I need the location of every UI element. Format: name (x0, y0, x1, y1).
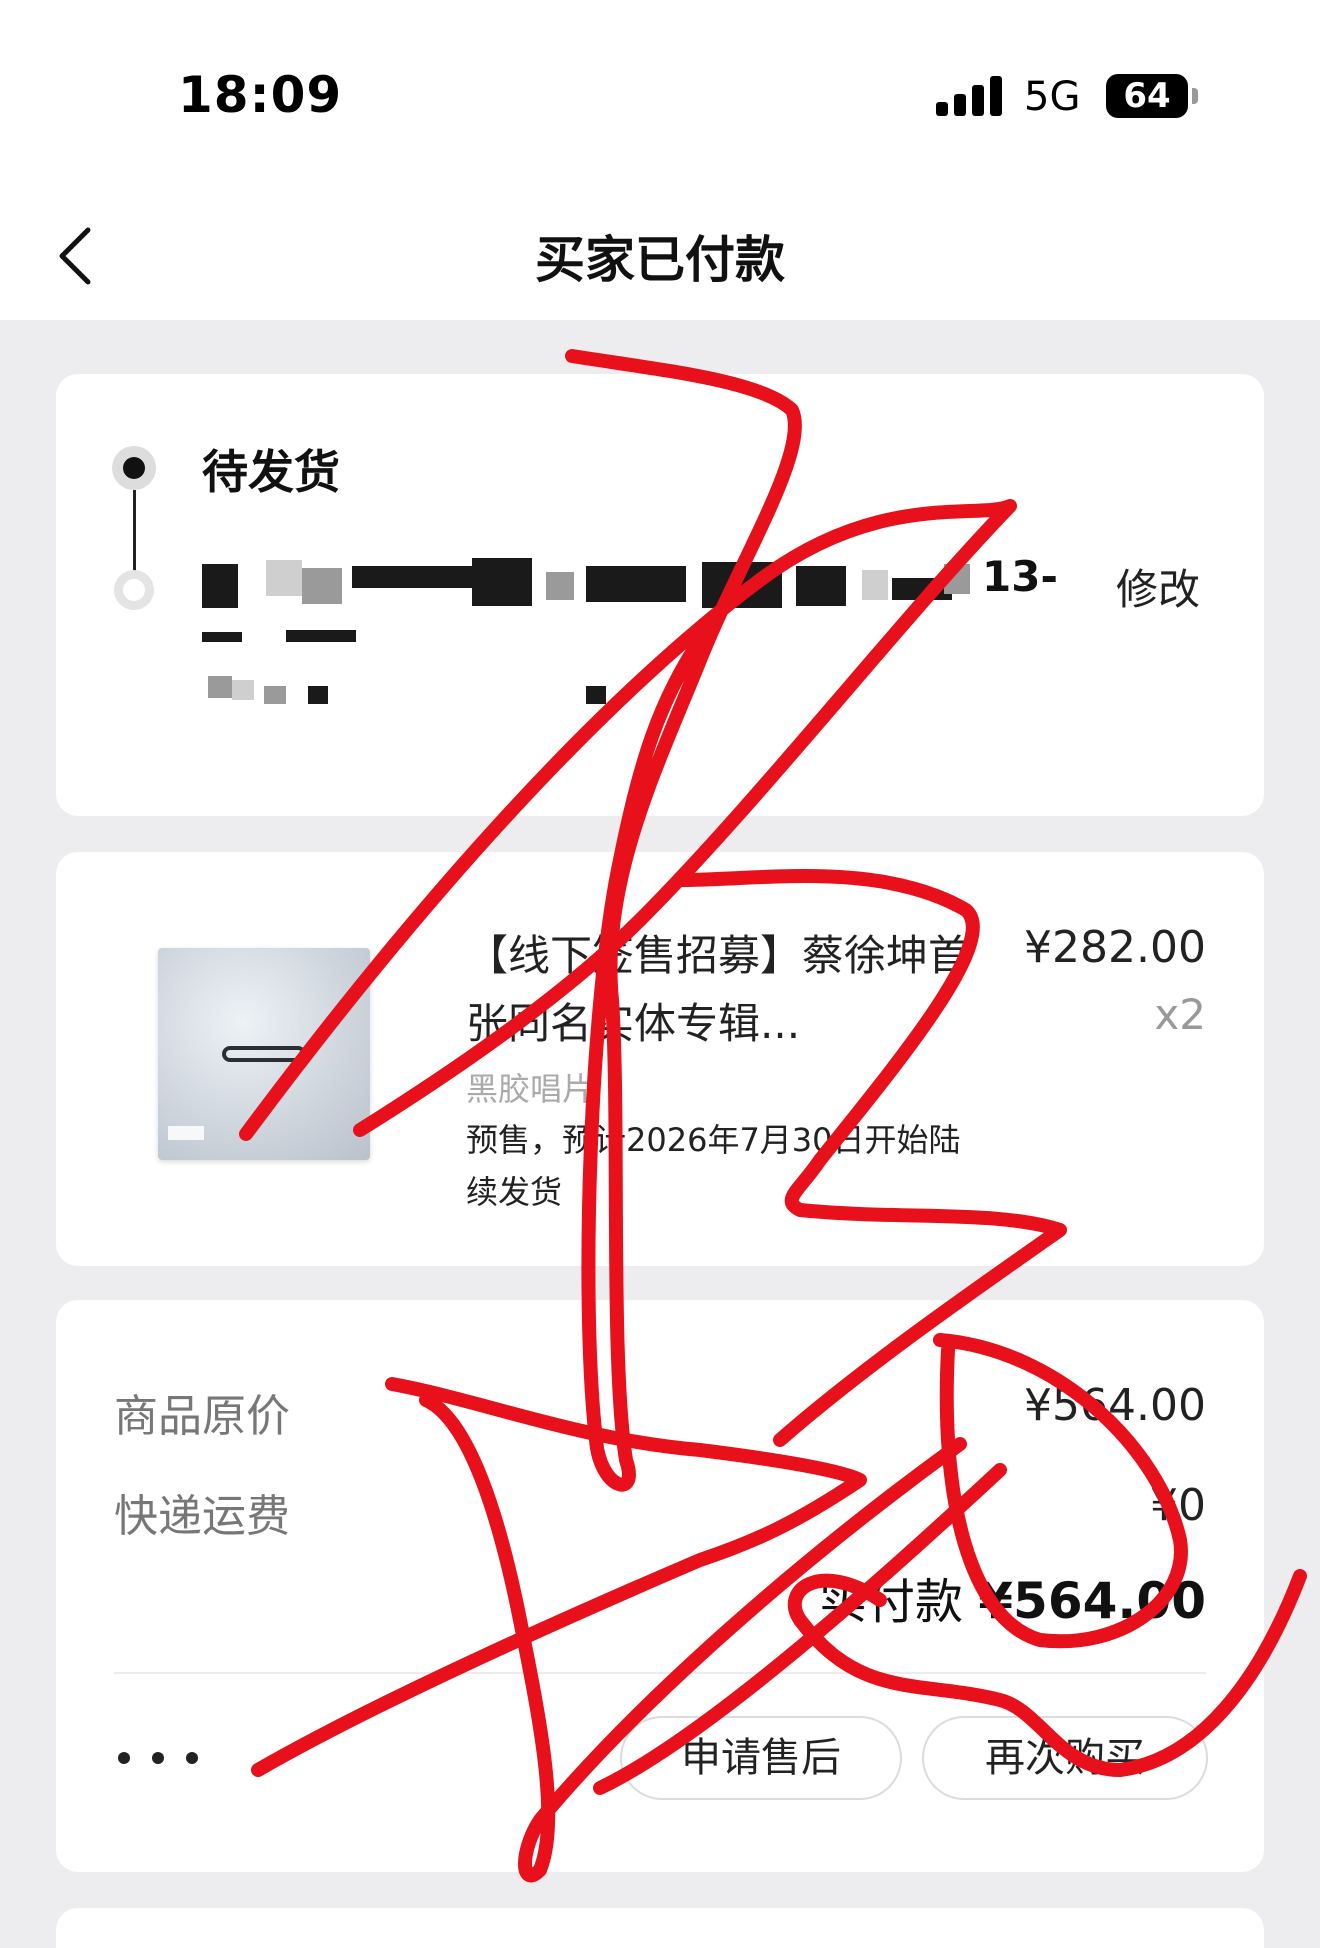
album-cover-image[interactable] (158, 948, 370, 1160)
after-sale-button[interactable]: 申请售后 (620, 1716, 902, 1800)
rebuy-button[interactable]: 再次购买 (922, 1716, 1208, 1800)
item-quantity: x2 (1154, 990, 1206, 1039)
item-presale-note: 预售，预计2026年7月30日开始陆续发货 (466, 1121, 961, 1211)
original-price-value: ¥564.00 (1024, 1380, 1206, 1431)
album-logo (222, 1046, 306, 1062)
status-time: 18:09 (178, 66, 343, 124)
item-title[interactable]: 【线下签售招募】蔡徐坤首张同名实体专辑... (466, 922, 1006, 1058)
next-card (56, 1908, 1264, 1948)
paid-amount: ¥564.00 (978, 1572, 1206, 1630)
more-icon[interactable] (118, 1748, 202, 1768)
album-label-sticker (168, 1126, 204, 1140)
address-redacted: 13- (202, 552, 1122, 704)
price-summary-card: 商品原价 ¥564.00 快递运费 ¥0 实付款 ¥564.00 申请售后 再次… (56, 1300, 1264, 1872)
status-dot-inactive (114, 570, 154, 610)
battery-icon: 64 (1106, 74, 1188, 118)
divider (114, 1672, 1206, 1674)
shipping-status: 待发货 (202, 445, 340, 499)
shipping-fee-value: ¥0 (1150, 1480, 1206, 1531)
original-price-label: 商品原价 (114, 1391, 290, 1442)
status-dot-active (112, 446, 156, 490)
item-variant: 黑胶唱片 (466, 1070, 595, 1108)
battery-tip (1192, 88, 1198, 104)
edit-address-button[interactable]: 修改 (1116, 556, 1200, 617)
paid-total: 实付款 ¥564.00 (819, 1562, 1206, 1632)
nav-bar: 买家已付款 (0, 180, 1320, 320)
shipping-fee-label: 快递运费 (114, 1491, 290, 1542)
item-card[interactable]: 【线下签售招募】蔡徐坤首张同名实体专辑... ¥282.00 x2 黑胶唱片 预… (56, 852, 1264, 1266)
status-bar: 18:09 5G 64 (0, 0, 1320, 180)
network-type: 5G (1024, 74, 1081, 120)
signal-icon (936, 76, 1006, 116)
shipping-card: 待发货 13- 修改 (56, 374, 1264, 816)
address-tail: 13- (982, 552, 1058, 601)
page-title: 买家已付款 (535, 231, 785, 289)
item-price: ¥282.00 (1024, 922, 1206, 973)
paid-label: 实付款 (818, 1574, 963, 1630)
